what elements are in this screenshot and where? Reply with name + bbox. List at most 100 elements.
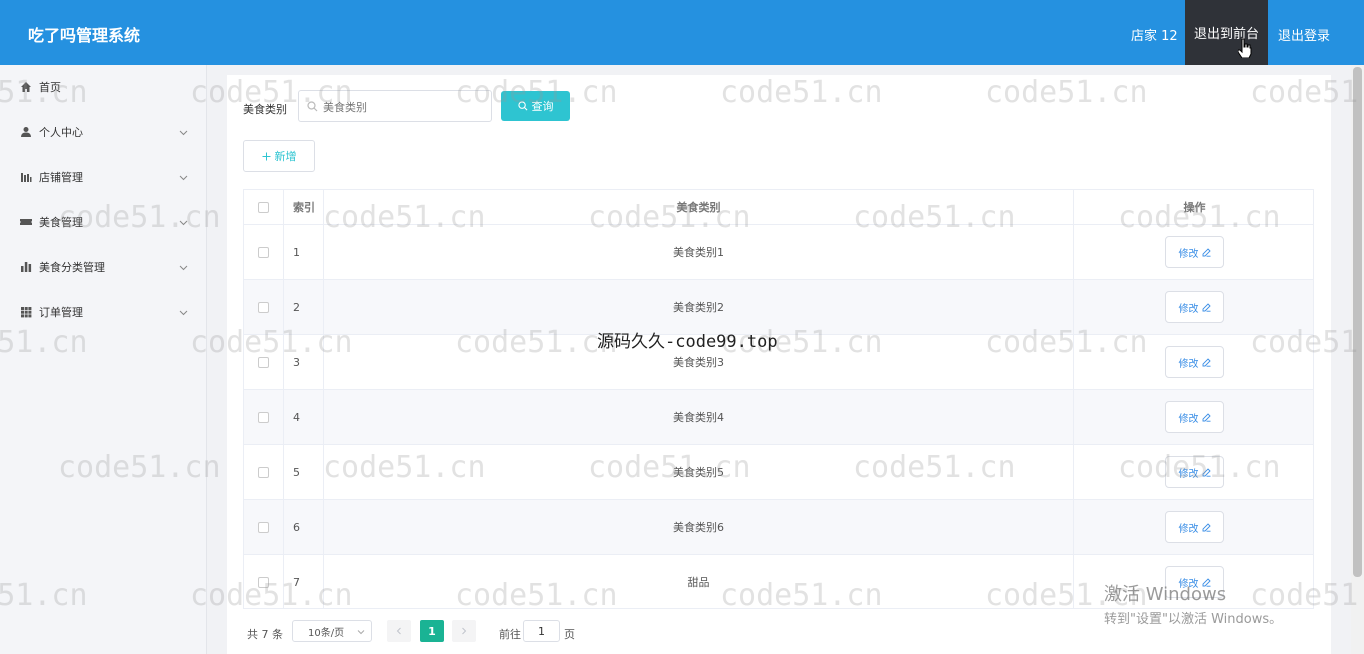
logout-button[interactable]: 退出登录	[1278, 25, 1330, 44]
table-row: 1 美食类别1 修改	[244, 225, 1313, 280]
cell-category: 美食类别2	[324, 280, 1074, 334]
cell-index: 7	[284, 555, 324, 608]
search-icon	[307, 101, 318, 112]
row-checkbox[interactable]	[258, 576, 269, 588]
edit-icon	[1202, 357, 1211, 367]
edit-icon	[1202, 467, 1211, 477]
vertical-scrollbar[interactable]	[1351, 65, 1364, 654]
sidebar-item-orders[interactable]: 订单管理	[0, 297, 207, 327]
cell-category: 美食类别1	[324, 225, 1074, 279]
cell-index: 6	[284, 500, 324, 554]
table-header-row: 索引 美食类别 操作	[244, 190, 1313, 225]
chevron-down-icon	[179, 220, 188, 225]
scrollbar-thumb[interactable]	[1353, 67, 1362, 577]
edit-button[interactable]: 修改	[1165, 456, 1224, 488]
cell-category: 甜品	[324, 555, 1074, 608]
row-checkbox[interactable]	[258, 246, 269, 258]
search-input[interactable]	[323, 98, 483, 116]
pagination: 共 7 条 10条/页 1 前往 页	[243, 620, 943, 646]
search-label: 美食类别	[243, 103, 287, 116]
chevron-right-icon	[462, 627, 467, 635]
table-row: 6 美食类别6 修改	[244, 500, 1313, 555]
edit-icon	[1202, 522, 1211, 532]
hand-cursor-icon	[1238, 38, 1252, 58]
next-page-button[interactable]	[452, 620, 476, 642]
chevron-left-icon	[396, 627, 401, 635]
cell-index: 1	[284, 225, 324, 279]
sidebar-item-shop[interactable]: 店铺管理	[0, 162, 207, 192]
table-row: 4 美食类别4 修改	[244, 390, 1313, 445]
edit-button[interactable]: 修改	[1165, 236, 1224, 268]
sidebar-item-label: 美食分类管理	[39, 261, 105, 274]
row-checkbox[interactable]	[258, 521, 269, 533]
search-button[interactable]: 查询	[501, 91, 570, 121]
edit-button[interactable]: 修改	[1165, 346, 1224, 378]
cell-index: 4	[284, 390, 324, 444]
page-size-select[interactable]: 10条/页	[292, 620, 372, 642]
cell-index: 5	[284, 445, 324, 499]
chevron-down-icon	[179, 310, 188, 315]
row-checkbox[interactable]	[258, 411, 269, 423]
current-user: 店家 12	[1131, 29, 1178, 44]
goto-label: 前往	[499, 628, 521, 641]
main-content: 美食类别 查询 新增 索引 美食类别 操作 1美食类别1修改2美食类别2修改3美…	[207, 65, 1351, 654]
watermark-center: 源码久久-code99.top	[597, 332, 778, 352]
sidebar-item-label: 首页	[39, 81, 61, 94]
bar-chart-icon	[21, 262, 32, 272]
edit-icon	[1202, 302, 1211, 312]
sidebar-item-label: 店铺管理	[39, 171, 83, 184]
edit-icon	[1202, 412, 1211, 422]
sidebar: 首页 个人中心 店铺管理 美食管理 美食分类管理 订单管理	[0, 65, 207, 654]
cell-index: 2	[284, 280, 324, 334]
cell-category: 美食类别4	[324, 390, 1074, 444]
plus-icon	[262, 152, 270, 160]
page-number-current[interactable]: 1	[420, 620, 444, 642]
sidebar-item-home[interactable]: 首页	[0, 72, 207, 102]
edit-button[interactable]: 修改	[1165, 291, 1224, 323]
cell-index: 3	[284, 335, 324, 389]
app-title: 吃了吗管理系统	[28, 26, 141, 45]
edit-icon	[1202, 247, 1211, 257]
ticket-icon	[20, 219, 32, 225]
chart-bar-icon	[21, 173, 32, 182]
page-suffix-label: 页	[564, 628, 575, 641]
sidebar-item-label: 个人中心	[39, 126, 83, 139]
add-button[interactable]: 新增	[243, 140, 315, 172]
prev-page-button[interactable]	[387, 620, 411, 642]
user-icon	[21, 127, 31, 137]
cell-category: 美食类别6	[324, 500, 1074, 554]
sidebar-item-food-category[interactable]: 美食分类管理	[0, 252, 207, 282]
windows-activation-notice: 激活 Windows 转到"设置"以激活 Windows。	[1104, 584, 1283, 627]
row-checkbox[interactable]	[258, 301, 269, 313]
data-table: 索引 美食类别 操作 1 美食类别1 修改 2 美食类别2 修改 3 美食类别3 修改 4 美食类别…	[243, 189, 1314, 609]
sidebar-item-label: 订单管理	[39, 306, 83, 319]
table-row: 3 美食类别3 修改	[244, 335, 1313, 390]
table-row: 5 美食类别5 修改	[244, 445, 1313, 500]
top-header: 吃了吗管理系统 店家 12 退出到前台 退出登录	[0, 0, 1364, 65]
edit-button[interactable]: 修改	[1165, 511, 1224, 543]
row-checkbox[interactable]	[258, 466, 269, 478]
search-icon	[517, 101, 527, 111]
exit-to-front-button[interactable]: 退出到前台	[1185, 0, 1268, 65]
column-header-actions: 操作	[1183, 201, 1206, 214]
sidebar-item-food[interactable]: 美食管理	[0, 207, 207, 237]
sidebar-item-profile[interactable]: 个人中心	[0, 117, 207, 147]
search-box[interactable]	[298, 90, 492, 122]
row-checkbox[interactable]	[258, 356, 269, 368]
cell-category: 美食类别5	[324, 445, 1074, 499]
column-header-index: 索引	[284, 190, 324, 224]
chevron-down-icon	[179, 175, 188, 180]
chevron-down-icon	[179, 130, 188, 135]
column-header-category: 美食类别	[324, 190, 1074, 224]
chevron-down-icon	[357, 630, 365, 635]
pagination-total: 共 7 条	[247, 628, 283, 641]
goto-page-input[interactable]	[523, 620, 560, 642]
select-all-checkbox[interactable]	[258, 201, 269, 213]
content-card: 美食类别 查询 新增 索引 美食类别 操作 1美食类别1修改2美食类别2修改3美…	[227, 75, 1331, 654]
home-icon	[21, 82, 31, 92]
sidebar-item-label: 美食管理	[39, 216, 83, 229]
edit-button[interactable]: 修改	[1165, 401, 1224, 433]
grid-icon	[21, 307, 32, 318]
table-row: 2 美食类别2 修改	[244, 280, 1313, 335]
chevron-down-icon	[179, 265, 188, 270]
